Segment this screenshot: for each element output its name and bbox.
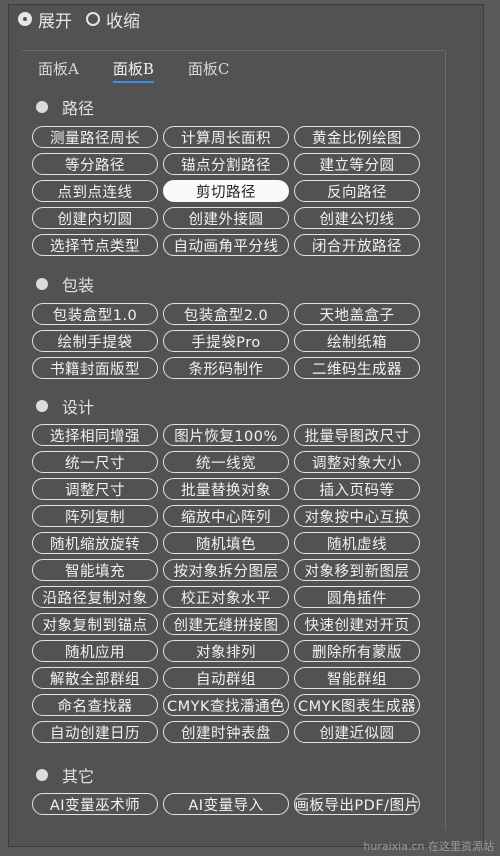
tool-button[interactable]: 按对象拆分图层 [163, 559, 289, 581]
section-path-buttons: 测量路径周长 计算周长面积 黄金比例绘图等分路径 锚点分割路径 建立等分圆点到点连线 剪切… [32, 126, 420, 261]
tool-button[interactable]: 快速创建对开页 [294, 613, 420, 635]
tool-button[interactable]: 调整对象大小 [294, 451, 420, 473]
tool-button[interactable]: 天地盖盒子 [294, 303, 420, 325]
tool-button[interactable]: 创建内切圆 [32, 207, 158, 229]
tool-button[interactable]: 闭合开放路径 [294, 234, 420, 256]
tool-button[interactable]: 圆角插件 [294, 586, 420, 608]
section-other-header: 其它 [36, 763, 94, 787]
tool-button[interactable]: 选择节点类型 [32, 234, 158, 256]
tool-button[interactable]: 创建无缝拼接图 [163, 613, 289, 635]
tool-button[interactable]: 二维码生成器 [294, 357, 420, 379]
tool-button[interactable]: CMYK查找潘通色 [163, 694, 289, 716]
tool-button[interactable]: 智能填充 [32, 559, 158, 581]
tool-button[interactable]: 手提袋Pro [163, 330, 289, 352]
tool-button[interactable]: 自动画角平分线 [163, 234, 289, 256]
section-other-buttons: AI变量巫术师 AI变量导入 画板导出PDF/图片 [32, 793, 420, 820]
tool-button[interactable]: 命名查找器 [32, 694, 158, 716]
tool-button[interactable]: 对象复制到锚点 [32, 613, 158, 635]
tool-button[interactable]: 书籍封面版型 [32, 357, 158, 379]
tool-button[interactable]: 创建外接圆 [163, 207, 289, 229]
section-title: 包装 [62, 276, 95, 295]
tool-button[interactable]: 创建时钟表盘 [163, 721, 289, 743]
collapse-option[interactable]: 收缩 [86, 7, 140, 32]
tab-panel-c[interactable]: 面板C [188, 58, 229, 83]
tool-button[interactable]: 随机虚线 [294, 532, 420, 554]
tool-button[interactable]: 锚点分割路径 [163, 153, 289, 175]
tool-button[interactable]: 条形码制作 [163, 357, 289, 379]
tool-button[interactable]: 剪切路径 [163, 180, 289, 202]
tool-button[interactable]: 图片恢复100% [163, 424, 289, 446]
tool-button[interactable]: 删除所有蒙版 [294, 640, 420, 662]
tool-button[interactable]: 随机缩放旋转 [32, 532, 158, 554]
tool-button[interactable]: 对象移到新图层 [294, 559, 420, 581]
section-packaging-header: 包装 [36, 272, 94, 296]
tool-button[interactable]: 绘制纸箱 [294, 330, 420, 352]
section-title: 路径 [62, 99, 95, 118]
tool-button[interactable]: 调整尺寸 [32, 478, 158, 500]
tool-button[interactable]: 插入页码等 [294, 478, 420, 500]
tool-button[interactable]: 对象排列 [163, 640, 289, 662]
tool-button[interactable]: 自动群组 [163, 667, 289, 689]
tool-button[interactable]: 统一线宽 [163, 451, 289, 473]
section-packaging-buttons: 包装盒型1.0 包装盒型2.0 天地盖盒子绘制手提袋 手提袋Pro 绘制纸箱书籍封面版型… [32, 303, 420, 384]
section-design-header: 设计 [36, 394, 94, 418]
tool-button[interactable]: 黄金比例绘图 [294, 126, 420, 148]
tool-button[interactable]: 智能群组 [294, 667, 420, 689]
tool-button[interactable]: 批量导图改尺寸 [294, 424, 420, 446]
tool-button[interactable]: 点到点连线 [32, 180, 158, 202]
bullet-icon [36, 101, 48, 113]
watermark: huraixia.cn 在这里资源站 [363, 840, 494, 853]
tool-button[interactable]: 随机应用 [32, 640, 158, 662]
tool-button[interactable]: 解散全部群组 [32, 667, 158, 689]
tool-button[interactable]: 对象按中心互换 [294, 505, 420, 527]
tool-button[interactable]: 选择相同增强 [32, 424, 158, 446]
expand-option[interactable]: 展开 [18, 7, 72, 32]
mode-toggle: 展开 收缩 [18, 6, 154, 32]
tab-panel-b[interactable]: 面板B [112, 58, 154, 83]
tool-button[interactable]: 阵列复制 [32, 505, 158, 527]
tool-button[interactable]: 测量路径周长 [32, 126, 158, 148]
section-title: 其它 [62, 767, 95, 786]
tool-button[interactable]: CMYK图表生成器 [294, 694, 420, 716]
expand-label: 展开 [38, 11, 72, 32]
tool-button[interactable]: 自动创建日历 [32, 721, 158, 743]
bullet-icon [36, 278, 48, 290]
collapse-label: 收缩 [106, 11, 140, 32]
tab-panel-a[interactable]: 面板A [38, 58, 79, 83]
bullet-icon [36, 769, 48, 781]
section-design-buttons: 选择相同增强 图片恢复100% 批量导图改尺寸统一尺寸 统一线宽 调整对象大小调整尺寸批… [32, 424, 420, 748]
tool-button[interactable]: 缩放中心阵列 [163, 505, 289, 527]
tool-button[interactable]: 统一尺寸 [32, 451, 158, 473]
section-path-header: 路径 [36, 95, 94, 119]
tool-button[interactable]: 创建公切线 [294, 207, 420, 229]
collapse-radio[interactable] [86, 12, 100, 26]
tool-button[interactable]: 批量替换对象 [163, 478, 289, 500]
tool-button[interactable]: 随机填色 [163, 532, 289, 554]
tool-button[interactable]: 包装盒型1.0 [32, 303, 158, 325]
tool-button[interactable]: AI变量巫术师 [32, 793, 158, 815]
tool-button[interactable]: 包装盒型2.0 [163, 303, 289, 325]
bullet-icon [36, 400, 48, 412]
tool-button[interactable]: 创建近似圆 [294, 721, 420, 743]
tool-button[interactable]: 建立等分圆 [294, 153, 420, 175]
tool-button[interactable]: 校正对象水平 [163, 586, 289, 608]
section-title: 设计 [62, 398, 95, 417]
expand-radio[interactable] [18, 12, 32, 26]
tool-button[interactable]: AI变量导入 [163, 793, 289, 815]
tool-button[interactable]: 计算周长面积 [163, 126, 289, 148]
tool-button[interactable]: 反向路径 [294, 180, 420, 202]
tool-button[interactable]: 绘制手提袋 [32, 330, 158, 352]
tool-button[interactable]: 画板导出PDF/图片 [294, 793, 420, 815]
tool-button[interactable]: 沿路径复制对象 [32, 586, 158, 608]
tool-button[interactable]: 等分路径 [32, 153, 158, 175]
tab-bar: 面板A 面板B 面板C [38, 58, 263, 83]
